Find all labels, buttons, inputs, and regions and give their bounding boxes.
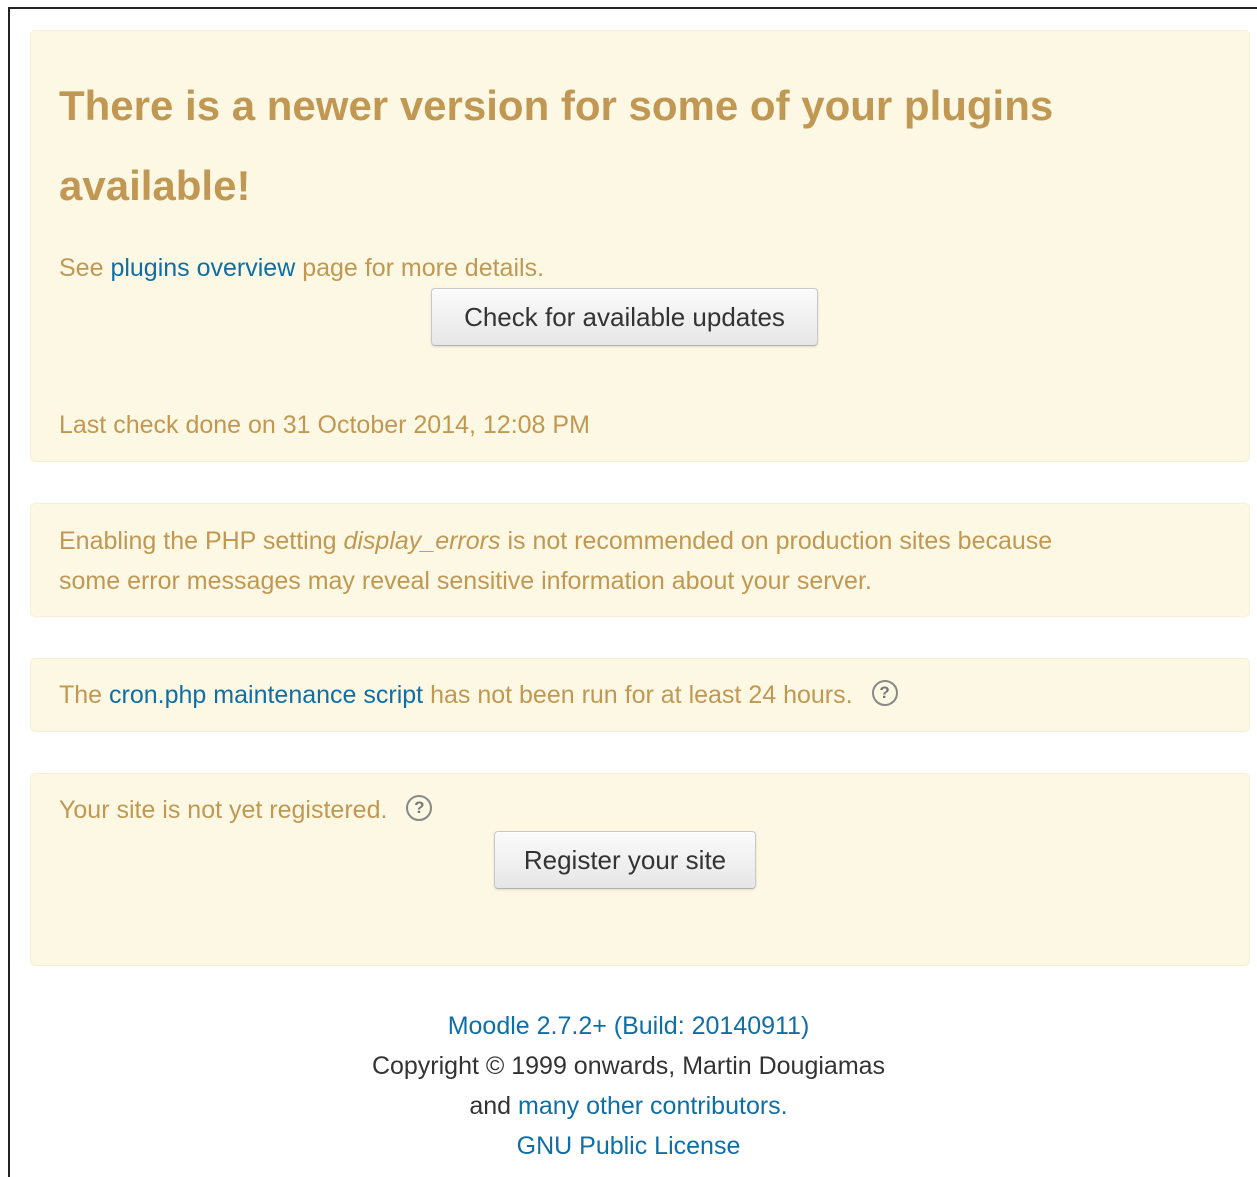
- registration-line: Your site is not yet registered. ?: [59, 790, 433, 830]
- plugins-update-heading: There is a newer version for some of you…: [59, 82, 1054, 209]
- gnu-license-link[interactable]: GNU Public License: [517, 1132, 741, 1160]
- cron-line: The cron.php maintenance script has not …: [59, 675, 898, 715]
- registration-text: Your site is not yet registered.: [59, 796, 388, 824]
- plugins-overview-link[interactable]: plugins overview: [110, 254, 295, 282]
- footer-contributors: and many other contributors.: [0, 1086, 1257, 1126]
- display-errors-line-1: Enabling the PHP setting display_errors …: [59, 521, 1052, 561]
- plugins-update-notice: There is a newer version for some of you…: [30, 30, 1250, 462]
- register-site-button[interactable]: Register your site: [494, 831, 756, 889]
- plugins-overview-line: See plugins overview page for more detai…: [59, 248, 544, 288]
- display-errors-suffix: is not recommended on production sites b…: [507, 527, 1053, 555]
- contributors-link[interactable]: many other contributors.: [518, 1092, 788, 1120]
- display-errors-setting: display_errors: [343, 527, 501, 555]
- last-check-text: Last check done on 31 October 2014, 12:0…: [59, 411, 590, 439]
- registration-notice: Your site is not yet registered. ? Regis…: [30, 773, 1250, 966]
- cron-notice: The cron.php maintenance script has not …: [30, 658, 1250, 732]
- question-circle-icon[interactable]: ?: [406, 795, 433, 822]
- footer-license: GNU Public License: [0, 1126, 1257, 1166]
- footer-version: Moodle 2.7.2+ (Build: 20140911): [0, 1006, 1257, 1046]
- footer-copyright: Copyright © 1999 onwards, Martin Dougiam…: [371, 1052, 886, 1080]
- display-errors-line-2: some error messages may reveal sensitive…: [59, 567, 872, 595]
- display-errors-prefix: Enabling the PHP setting: [59, 527, 337, 555]
- cron-prefix: The: [59, 681, 103, 709]
- moodle-version-link[interactable]: Moodle 2.7.2+ (Build: 20140911): [448, 1012, 810, 1040]
- footer-and: and: [469, 1092, 512, 1120]
- see-prefix: See: [59, 254, 104, 282]
- cron-suffix: has not been run for at least 24 hours.: [430, 681, 853, 709]
- question-circle-icon[interactable]: ?: [871, 680, 898, 707]
- cron-maintenance-link[interactable]: cron.php maintenance script: [109, 681, 423, 709]
- check-updates-button[interactable]: Check for available updates: [431, 288, 818, 346]
- display-errors-notice: Enabling the PHP setting display_errors …: [30, 503, 1250, 617]
- see-suffix: page for more details.: [302, 254, 545, 282]
